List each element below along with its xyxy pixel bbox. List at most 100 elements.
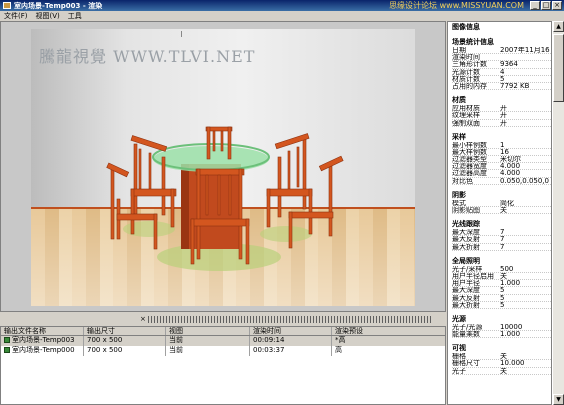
property-row: 栅格 关 xyxy=(452,353,551,361)
section-heading[interactable]: 场景统计信息 xyxy=(452,38,551,47)
section-heading[interactable]: 材质 xyxy=(452,96,551,105)
column-header-output-name[interactable]: 输出文件名称 xyxy=(1,327,84,335)
property-row: 占用的内存 7792 KB xyxy=(452,82,551,91)
property-value: 1.000 xyxy=(500,331,521,338)
property-value: 9364 xyxy=(500,61,518,68)
output-size: 700 x 500 xyxy=(84,336,166,346)
section-heading[interactable]: 采样 xyxy=(452,133,551,142)
property-value: 4 xyxy=(500,68,505,75)
site-watermark: 思缘设计论坛 www.MISSYUAN.COM xyxy=(389,1,524,10)
menu-tools[interactable]: 工具 xyxy=(68,11,82,21)
column-header-render-preset[interactable]: 渲染预设 xyxy=(332,327,444,335)
property-value: 16 xyxy=(500,148,509,156)
property-value: 4.000 xyxy=(500,163,521,170)
section-heading[interactable]: 光源 xyxy=(452,315,551,324)
column-header-output-size[interactable]: 输出尺寸 xyxy=(84,327,166,335)
property-value: 开 xyxy=(500,119,507,126)
scroll-up-icon[interactable]: ▲ xyxy=(553,21,564,32)
property-label: 纹理采样 xyxy=(452,112,480,119)
property-label: 栅格尺寸 xyxy=(452,360,480,367)
menu-file[interactable]: 文件(F) xyxy=(4,11,28,21)
property-label: 强制双面 xyxy=(452,119,480,126)
property-row: 应用材质 开 xyxy=(452,105,551,113)
property-row: 最大反射 7 xyxy=(452,236,551,244)
property-value: 关 xyxy=(500,353,507,360)
property-row: 光子 关 xyxy=(452,368,551,375)
window-controls: _ □ × xyxy=(530,1,562,10)
property-value: 5 xyxy=(500,301,505,308)
render-preset: *高 xyxy=(335,336,346,344)
render-time: 00:03:37 xyxy=(250,346,332,356)
property-value: 7792 KB xyxy=(500,82,530,90)
property-label: 最大折射 xyxy=(452,243,480,250)
scroll-down-icon[interactable]: ▼ xyxy=(553,394,564,405)
property-row: 强制双面 开 xyxy=(452,120,551,127)
property-row: 对比色 0.050,0.050,0 xyxy=(452,178,551,185)
render-time: 00:09:14 xyxy=(250,336,332,346)
property-row: 渲染时间 xyxy=(452,54,551,62)
property-label: 栅格 xyxy=(452,353,466,360)
property-row: 日期 2007年11月16 xyxy=(452,47,551,55)
render-file-icon xyxy=(4,347,10,353)
property-value: 1 xyxy=(500,141,505,148)
minimize-button[interactable]: _ xyxy=(530,1,540,10)
maximize-button[interactable]: □ xyxy=(541,1,551,10)
property-label: 对比色 xyxy=(452,177,473,184)
property-value: 关 xyxy=(500,367,507,374)
property-value: 开 xyxy=(500,105,507,112)
splitter-grip[interactable] xyxy=(148,315,431,323)
property-value: 10.000 xyxy=(500,360,525,367)
viewport-watermark: 騰龍視覺 WWW.TLVI.NET xyxy=(39,47,256,66)
property-label: 最大样例数 xyxy=(452,148,487,156)
scroll-thumb[interactable] xyxy=(553,34,564,102)
property-value: 500 xyxy=(500,265,514,272)
property-row: 最大折射 5 xyxy=(452,302,551,309)
splitter-bar[interactable]: × xyxy=(0,313,446,325)
property-row: 最大折射 7 xyxy=(452,244,551,251)
property-value: 2007年11月16 xyxy=(500,47,550,54)
property-row: 最大反射 5 xyxy=(452,295,551,302)
property-value: 5 xyxy=(500,75,505,82)
property-value: 简化 xyxy=(500,199,514,206)
output-name: 室内场景-Temp003 xyxy=(12,336,75,344)
property-row: 能量乘数 1.000 xyxy=(452,331,551,339)
property-label: 最大折射 xyxy=(452,301,480,308)
property-label: 过滤器宽度 xyxy=(452,163,487,170)
property-row: 用户半径启用关 xyxy=(452,272,551,281)
title-bar: 室内场景-Temp003 - 渲染 思缘设计论坛 www.MISSYUAN.CO… xyxy=(0,0,564,11)
menu-view[interactable]: 视图(V) xyxy=(36,11,60,21)
property-label: 光子 xyxy=(452,367,466,374)
close-panel-icon[interactable]: × xyxy=(140,315,146,323)
column-header-render-time[interactable]: 渲染时间 xyxy=(250,327,332,335)
app-icon xyxy=(3,2,11,9)
window-title: 室内场景-Temp003 - 渲染 xyxy=(14,1,103,10)
property-value: 关 xyxy=(500,272,507,280)
property-row: 阴影贴图 关 xyxy=(452,207,551,215)
render-preset: 高 xyxy=(335,346,342,354)
property-value: 5 xyxy=(500,294,505,301)
section-heading[interactable]: 阴影 xyxy=(452,191,551,200)
column-header-view[interactable]: 视图 xyxy=(166,327,250,335)
property-label: 日期 xyxy=(452,47,466,54)
property-row: 用户半径 1.000 xyxy=(452,280,551,288)
list-item[interactable]: 室内场景-Temp003 700 x 500 当前 00:09:14 *高 xyxy=(1,336,445,346)
view-name: 当前 xyxy=(166,336,250,346)
property-row: 纹理采样 开 xyxy=(452,112,551,120)
property-label: 最大深度 xyxy=(452,229,480,236)
render-history-list: 输出文件名称 输出尺寸 视图 渲染时间 渲染预设 室内场景-Temp003 70… xyxy=(0,326,446,405)
section-heading[interactable]: 光线跟踪 xyxy=(452,220,551,229)
close-button[interactable]: × xyxy=(552,1,562,10)
property-value: 7 xyxy=(500,236,505,243)
property-row: 过滤器宽度 4.000 xyxy=(452,163,551,171)
list-item[interactable]: 室内场景-Temp000 700 x 500 当前 00:03:37 高 xyxy=(1,346,445,356)
property-row: 过滤器高度 4.000 xyxy=(452,170,551,178)
property-label: 模式 xyxy=(452,199,466,206)
section-heading[interactable]: 全局照明 xyxy=(452,257,551,266)
properties-scrollbar[interactable]: ▲ ▼ xyxy=(552,21,564,405)
section-heading[interactable]: 可视 xyxy=(452,344,551,353)
property-label: 渲染时间 xyxy=(452,54,480,61)
property-label: 三角形计数 xyxy=(452,61,487,68)
property-row: 最大深度 7 xyxy=(452,229,551,237)
section-heading[interactable]: 图像信息 xyxy=(452,23,551,32)
property-value xyxy=(500,54,551,60)
